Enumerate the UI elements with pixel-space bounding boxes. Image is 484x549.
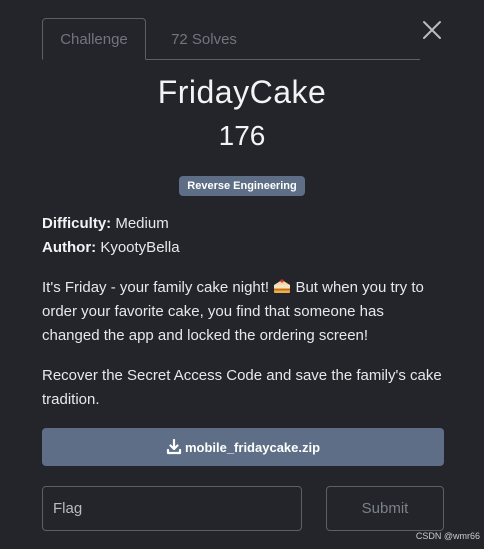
watermark: CSDN @wmr66 [415, 531, 480, 541]
download-icon [166, 439, 182, 455]
category-badge-wrapper: Reverse Engineering [0, 176, 484, 196]
description-paragraph-2: Recover the Secret Access Code and save … [42, 367, 442, 408]
challenge-title: FridayCake [157, 74, 327, 110]
close-icon [423, 21, 441, 39]
cake-icon [274, 279, 291, 293]
tab-solves[interactable]: 72 Solves [154, 18, 254, 60]
difficulty-label: Difficulty: [42, 215, 112, 232]
download-filename: mobile_fridaycake.zip [184, 439, 321, 455]
author-value: KyootyBella [100, 239, 180, 256]
difficulty-value: Medium [115, 215, 169, 232]
description-paragraph-1: It's Friday - your family cake night! Bu… [42, 276, 442, 348]
flag-input[interactable] [42, 486, 302, 531]
tab-challenge[interactable]: Challenge [42, 18, 146, 60]
challenge-points: 176 [218, 120, 266, 151]
tab-bar: Challenge 72 Solves [42, 18, 420, 60]
difficulty-line: Difficulty: Medium [42, 215, 169, 232]
challenge-modal: Challenge 72 Solves FridayCake 176 Rever… [0, 0, 484, 549]
author-label: Author: [42, 239, 97, 256]
close-button[interactable] [419, 16, 445, 44]
description-text-1a: It's Friday - your family cake night! [42, 279, 270, 296]
submit-button[interactable]: Submit [326, 486, 444, 531]
category-badge: Reverse Engineering [179, 176, 305, 196]
author-line: Author: KyootyBella [42, 239, 180, 256]
download-file-button[interactable]: mobile_fridaycake.zip [42, 428, 444, 466]
